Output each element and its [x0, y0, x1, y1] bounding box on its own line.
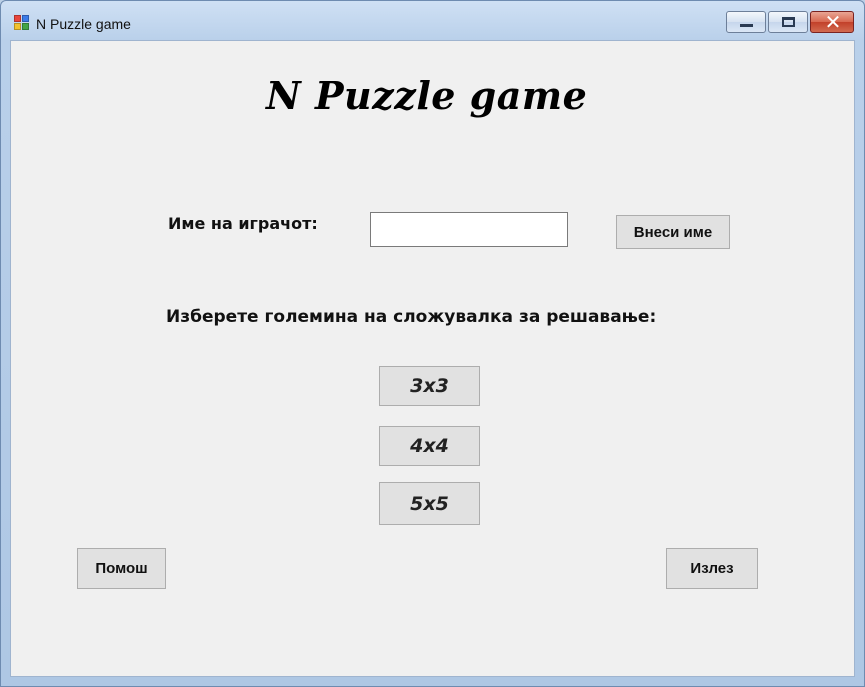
exit-button[interactable]: Излез — [666, 548, 758, 589]
enter-name-button[interactable]: Внеси име — [616, 215, 730, 249]
player-name-input[interactable] — [370, 212, 568, 247]
page-title: N Puzzle game — [266, 73, 588, 118]
window-title: N Puzzle game — [36, 16, 131, 32]
title-bar[interactable]: N Puzzle game ✕ — [1, 1, 864, 41]
form-client-area: N Puzzle game Име на играчот: Внеси име … — [10, 40, 855, 677]
close-button[interactable]: ✕ — [810, 11, 854, 33]
player-name-label: Име на играчот: — [168, 214, 318, 233]
maximize-icon — [782, 17, 795, 27]
puzzle-size-prompt: Изберете големина на сложувалка за решав… — [166, 307, 657, 327]
maximize-button[interactable] — [768, 11, 808, 33]
size-5x5-button[interactable]: 5x5 — [379, 482, 480, 525]
help-button[interactable]: Помош — [77, 548, 166, 589]
minimize-icon — [740, 24, 753, 27]
app-window-icon — [14, 15, 30, 31]
close-icon: ✕ — [824, 10, 842, 34]
size-3x3-button[interactable]: 3x3 — [379, 366, 480, 406]
minimize-button[interactable] — [726, 11, 766, 33]
app-window: N Puzzle game ✕ N Puzzle game Име на игр… — [0, 0, 865, 687]
size-4x4-button[interactable]: 4x4 — [379, 426, 480, 466]
